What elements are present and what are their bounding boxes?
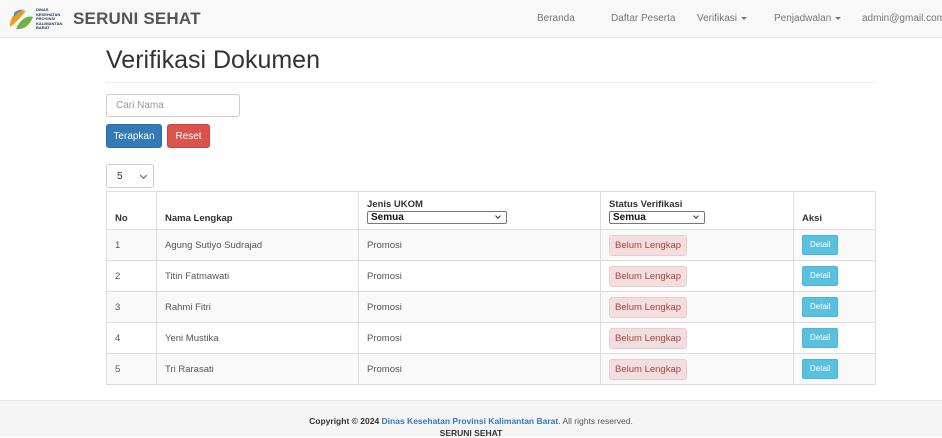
header-jenis-label: Jenis UKOM: [367, 199, 423, 210]
cell-name: Tri Rarasati: [156, 353, 359, 385]
detail-button[interactable]: Detail: [802, 235, 839, 255]
cell-name: Rahmi Fitri: [156, 291, 359, 323]
page-size-value: 5: [117, 171, 123, 182]
leaf-logo-icon: [10, 9, 33, 30]
cell-name: Titin Fatmawati: [156, 260, 359, 292]
cell-no: 3: [106, 291, 157, 323]
nav-verification[interactable]: Verifikasi: [697, 13, 748, 24]
detail-button[interactable]: Detail: [802, 328, 839, 348]
cell-no: 4: [106, 322, 157, 354]
cell-status: Belum Lengkap: [600, 260, 794, 292]
copyright-suffix: . All rights reserved.: [558, 416, 633, 426]
cell-no: 2: [106, 260, 157, 292]
table-row: 4 Yeni Mustika Promosi Belum Lengkap Det…: [106, 322, 876, 354]
chevron-down-icon: [139, 171, 148, 180]
chevron-down-icon: [495, 213, 501, 219]
jenis-filter-select[interactable]: Semua: [367, 211, 507, 224]
header-action: Aksi: [793, 191, 876, 230]
cell-status: Belum Lengkap: [600, 322, 794, 354]
status-badge: Belum Lengkap: [609, 296, 688, 318]
cell-jenis: Promosi: [358, 353, 601, 385]
page-size-select[interactable]: 5: [106, 164, 154, 188]
apply-button[interactable]: Terapkan: [106, 124, 162, 148]
header-jenis: Jenis UKOM Semua: [358, 191, 601, 230]
table-header-row: No Nama Lengkap Jenis UKOM Semua Status …: [106, 191, 876, 230]
nav-scheduling[interactable]: Penjadwalan: [774, 13, 842, 24]
detail-button[interactable]: Detail: [802, 297, 839, 317]
cell-action: Detail: [793, 229, 876, 261]
cell-status: Belum Lengkap: [600, 291, 794, 323]
cell-jenis: Promosi: [358, 322, 601, 354]
copyright-text: Copyright © 2024 Dinas Kesehatan Provins…: [0, 416, 942, 426]
detail-button[interactable]: Detail: [802, 266, 839, 286]
logo[interactable]: DINAS KESEHATAN PROVINSI KALIMANTAN BARA…: [8, 5, 64, 33]
cell-jenis: Promosi: [358, 260, 601, 292]
header-name: Nama Lengkap: [156, 191, 359, 230]
nav-user[interactable]: admin@gmail.com: [862, 13, 942, 24]
table-row: 5 Tri Rarasati Promosi Belum Lengkap Det…: [106, 353, 876, 385]
header-no: No: [106, 191, 157, 230]
cell-action: Detail: [793, 260, 876, 292]
cell-status: Belum Lengkap: [600, 353, 794, 385]
cell-action: Detail: [793, 291, 876, 323]
cell-action: Detail: [793, 353, 876, 385]
cell-jenis: Promosi: [358, 291, 601, 323]
cell-no: 1: [106, 229, 157, 261]
copyright-prefix: Copyright © 2024: [309, 416, 380, 426]
status-badge: Belum Lengkap: [609, 265, 688, 287]
search-input[interactable]: [106, 94, 240, 117]
status-filter-value: Semua: [613, 212, 646, 223]
status-filter-select[interactable]: Semua: [609, 211, 705, 224]
jenis-filter-value: Semua: [371, 212, 404, 223]
navbar: DINAS KESEHATAN PROVINSI KALIMANTAN BARA…: [0, 0, 942, 38]
nav-participants[interactable]: Daftar Peserta: [611, 13, 675, 24]
cell-name: Agung Sutiyo Sudrajad: [156, 229, 359, 261]
org-link[interactable]: Dinas Kesehatan Provinsi Kalimantan Bara…: [382, 416, 559, 426]
cell-action: Detail: [793, 322, 876, 354]
nav-scheduling-label: Penjadwalan: [774, 13, 832, 24]
table-row: 2 Titin Fatmawati Promosi Belum Lengkap …: [106, 260, 876, 292]
logo-text: DINAS KESEHATAN PROVINSI KALIMANTAN BARA…: [36, 7, 66, 31]
status-badge: Belum Lengkap: [609, 327, 688, 349]
cell-name: Yeni Mustika: [156, 322, 359, 354]
caret-down-icon: [835, 16, 842, 20]
header-status: Status Verifikasi Semua: [600, 191, 794, 230]
divider: [106, 82, 875, 83]
status-badge: Belum Lengkap: [609, 234, 688, 256]
footer: Copyright © 2024 Dinas Kesehatan Provins…: [0, 400, 942, 438]
reset-button[interactable]: Reset: [167, 124, 210, 148]
chevron-down-icon: [693, 213, 699, 219]
brand-name[interactable]: SERUNI SEHAT: [73, 9, 201, 29]
nav-verification-label: Verifikasi: [697, 13, 738, 24]
detail-button[interactable]: Detail: [802, 359, 839, 379]
cell-status: Belum Lengkap: [600, 229, 794, 261]
table-row: 3 Rahmi Fitri Promosi Belum Lengkap Deta…: [106, 291, 876, 323]
nav-home[interactable]: Beranda: [537, 13, 575, 24]
status-badge: Belum Lengkap: [609, 358, 688, 380]
logo-text-line: BARAT: [36, 25, 50, 31]
table-row: 1 Agung Sutiyo Sudrajad Promosi Belum Le…: [106, 229, 876, 261]
cell-no: 5: [106, 353, 157, 385]
cell-jenis: Promosi: [358, 229, 601, 261]
header-status-label: Status Verifikasi: [609, 199, 683, 210]
page-title: Verifikasi Dokumen: [106, 46, 320, 74]
verification-table: No Nama Lengkap Jenis UKOM Semua Status …: [106, 191, 876, 385]
caret-down-icon: [741, 16, 748, 20]
